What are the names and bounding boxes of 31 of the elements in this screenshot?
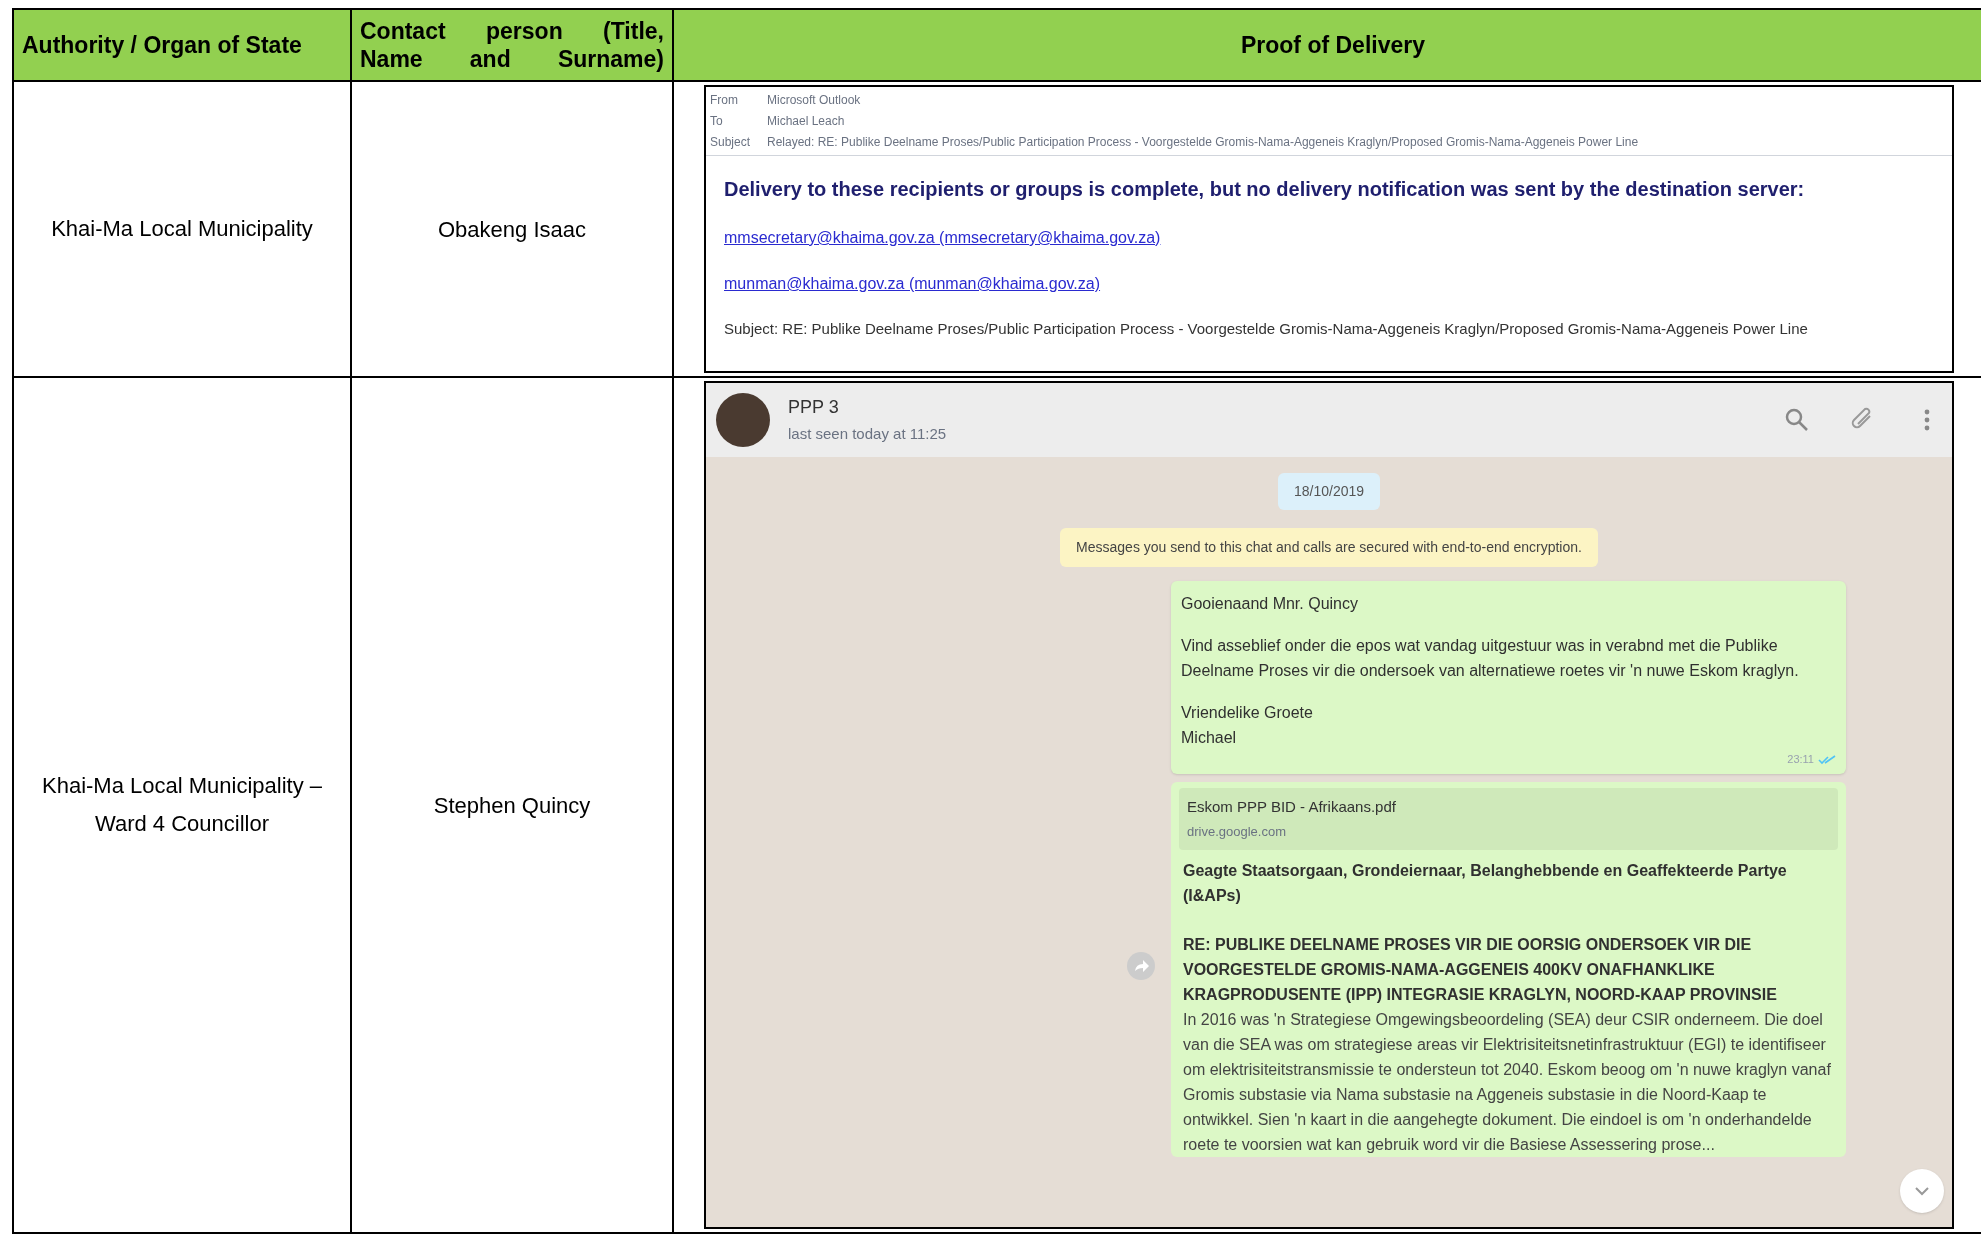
email-link[interactable]: munman@khaima.gov.za (munman@khaima.gov.za) bbox=[724, 272, 1101, 296]
message-text: Gooienaand Mnr. Quincy bbox=[1181, 594, 1359, 614]
contact-name: PPP 3 bbox=[788, 396, 840, 420]
delivery-heading: Delivery to these recipients or groups is complete, but no delivery notification was sent by the destination server: bbox=[724, 177, 1806, 202]
message-text: Vriendelike Groete Michael bbox=[1181, 703, 1314, 748]
column-header: Proof of Delivery bbox=[674, 10, 1981, 82]
table-cell: Obakeng Isaac bbox=[352, 82, 674, 378]
link-preview[interactable]: Eskom PPP BID - Afrikaans.pdf drive.google.com bbox=[1179, 788, 1838, 850]
field-label: To bbox=[710, 113, 724, 130]
preview-title: Eskom PPP BID - Afrikaans.pdf bbox=[1187, 797, 1397, 817]
field-value: Michael Leach bbox=[767, 113, 845, 130]
message-text: Geagte Staatsorgaan, Grondeiernaar, Belanghebbende en Geaffekteerde Partye (I&APs) bbox=[1182, 861, 1788, 906]
email-link[interactable]: mmsecretary@khaima.gov.za (mmsecretary@khaima.gov.za) bbox=[724, 226, 1161, 250]
field-label: Subject bbox=[710, 134, 752, 151]
table-cell: Khai-Ma Local Municipality – Ward 4 Councillor bbox=[14, 378, 352, 1234]
field-label: From bbox=[710, 92, 739, 109]
encryption-notice: Messages you send to this chat and calls are secured with end-to-end encryption. bbox=[1060, 528, 1598, 567]
message-text: Vind asseblief onder die epos wat vandag uitgestuur was in verabnd met die Publike Deelname Proses vir die ondersoek van alternatiewe roetes vir 'n nuwe Eskom kraglyn. bbox=[1181, 636, 1800, 681]
column-header: Authority / Organ of State bbox=[14, 10, 352, 82]
field-value: Microsoft Outlook bbox=[767, 92, 861, 109]
message-text: In 2016 was 'n Strategiese Omgewingsbeoordeling (SEA) deur CSIR onderneem. Die doel van die SEA was om strategiese areas vir Elektrisiteitsnetinfrastruktuur (EGI) te identifiseer om elektrisiteitstransmissie te ondersteun tot 2040. Eskom beoog om 'n nuwe kraglyn vanaf Gromis substasie via Nama substasie na Aggeneis substasie in die Noord-Kaap te ontwikkel. Sien 'n kaart in die aangehegte dokument. Die eindoel is om 'n onderhandelde roete te voorsien wat kan gebruik word vir die Basiese Assessering prose... bbox=[1182, 1010, 1832, 1155]
column-header: Contact person (Title, Name and Surname) bbox=[352, 10, 674, 82]
message-text: RE: PUBLIKE DEELNAME PROSES VIR DIE OORSIG ONDERSOEK VIR DIE VOORGESTELDE GROMIS-NAMA-AGGENEIS 400KV ONAFHANKLIKE KRAGPRODUSENTE (IPP) INTEGRASIE KRAGLYN, NOORD-KAAP PROVINSIE bbox=[1182, 935, 1778, 1005]
message-time: 23:11 bbox=[1787, 752, 1814, 767]
table-cell: Khai-Ma Local Municipality bbox=[14, 82, 352, 378]
date-pill: 18/10/2019 bbox=[1277, 473, 1381, 510]
field-value: Relayed: RE: Publike Deelname Proses/Public Participation Process - Voorgestelde Gromis-Nama-Aggeneis Kraglyn/Proposed Gromis-Nama-Aggeneis Power Line bbox=[767, 134, 1639, 151]
subject-text: Subject: RE: Publike Deelname Proses/Public Participation Process - Voorgestelde Gromis-Nama-Aggeneis Kraglyn/Proposed Gromis-Nama-Aggeneis Power Line bbox=[724, 319, 1809, 339]
table-cell: Stephen Quincy bbox=[352, 378, 674, 1234]
last-seen-text: last seen today at 11:25 bbox=[788, 424, 948, 445]
preview-domain: drive.google.com bbox=[1187, 823, 1287, 841]
